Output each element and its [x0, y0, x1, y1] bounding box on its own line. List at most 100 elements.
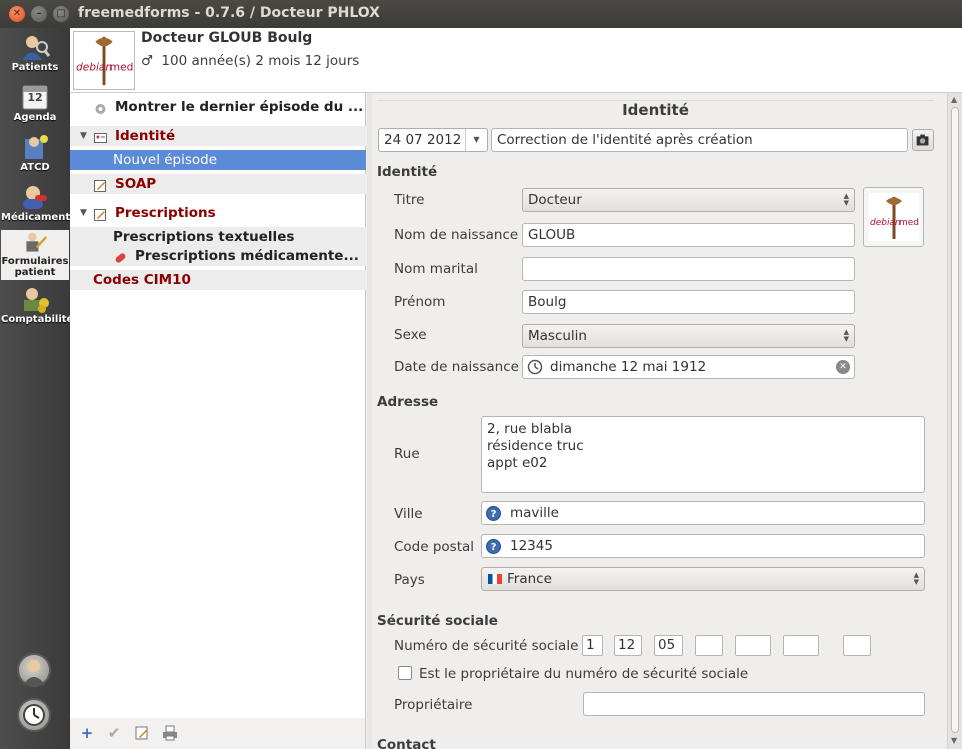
- sexe-select[interactable]: Masculin ▲ ▼: [522, 324, 855, 348]
- help-icon[interactable]: ?: [486, 539, 501, 554]
- clear-icon[interactable]: ✕: [836, 360, 850, 374]
- patient-photo: debian med: [869, 193, 919, 241]
- date-naissance-input[interactable]: dimanche 12 mai 1912 ✕: [522, 355, 855, 379]
- tree-item-label: Montrer le dernier épisode du ...: [115, 99, 364, 115]
- mode-medicaments-label: Médicaments: [1, 212, 77, 223]
- mode-agenda[interactable]: 12 Agenda: [1, 80, 69, 130]
- code-postal-value: 12345: [510, 538, 553, 554]
- mode-comptabilite-label: Comptabilité: [1, 314, 74, 325]
- address-group-label: Adresse: [377, 394, 439, 410]
- edit-form-icon: [94, 178, 107, 192]
- forms-tree: Montrer le dernier épisode du ... ▼ Iden…: [70, 93, 366, 718]
- identity-group-label: Identité: [377, 164, 438, 180]
- mode-atcd[interactable]: ATCD: [1, 130, 69, 180]
- window-titlebar: ✕ – □ freemedforms - 0.7.6 / Docteur PHL…: [0, 0, 962, 28]
- user-icon[interactable]: [17, 653, 51, 687]
- minimize-window-button[interactable]: –: [31, 6, 47, 22]
- code-postal-label: Code postal: [394, 539, 475, 555]
- forms-icon: [26, 232, 47, 252]
- svg-text:med: med: [110, 61, 134, 74]
- code-postal-input[interactable]: ? 12345: [481, 534, 925, 558]
- date-naissance-value: dimanche 12 mai 1912: [550, 359, 707, 375]
- male-icon: ♂: [141, 53, 154, 69]
- nom-naissance-label: Nom de naissance: [394, 227, 519, 243]
- nss-label: Numéro de sécurité sociale: [394, 638, 579, 654]
- debian-med-logo: debian med: [73, 31, 135, 90]
- mode-sidebar: Patients 12 Agenda ATCD Médicaments Form…: [0, 28, 77, 749]
- nss-part-5[interactable]: [735, 635, 771, 656]
- mode-comptabilite[interactable]: Comptabilité: [1, 282, 74, 332]
- tree-item-label: Nouvel épisode: [113, 152, 218, 168]
- nom-naissance-input[interactable]: GLOUB: [522, 223, 855, 247]
- add-icon[interactable]: +: [79, 725, 95, 741]
- tree-item-label: Prescriptions textuelles: [113, 229, 295, 245]
- rue-textarea[interactable]: 2, rue blabla résidence truc appt e02: [481, 416, 925, 493]
- tree-item-nouvel-episode[interactable]: Nouvel épisode: [70, 150, 366, 170]
- tree-item-last-episode[interactable]: Montrer le dernier épisode du ...: [70, 97, 366, 117]
- maximize-window-button[interactable]: □: [53, 6, 69, 22]
- edit-document-icon[interactable]: [134, 725, 150, 741]
- close-window-button[interactable]: ✕: [9, 6, 25, 22]
- tree-item-identite[interactable]: ▼ Identité: [70, 126, 366, 146]
- svg-text:med: med: [899, 218, 919, 228]
- ville-input[interactable]: ? maville: [481, 501, 925, 525]
- pills-icon: [23, 186, 47, 209]
- expanded-arrow-icon[interactable]: ▼: [80, 126, 87, 146]
- print-icon[interactable]: [162, 725, 178, 741]
- mode-medicaments[interactable]: Médicaments: [1, 180, 77, 230]
- scroll-up-icon[interactable]: ▲: [951, 95, 957, 104]
- accounting-icon: [24, 288, 49, 313]
- sexe-value: Masculin: [528, 328, 587, 344]
- edit-form-icon: [94, 207, 107, 221]
- owner-check-label: Est le propriétaire du numéro de sécurit…: [419, 666, 749, 682]
- nss-part-4[interactable]: [695, 635, 723, 656]
- titre-select[interactable]: Docteur ▲ ▼: [522, 188, 855, 212]
- validate-icon[interactable]: ✔: [106, 725, 122, 741]
- nss-part-6[interactable]: [783, 635, 819, 656]
- episode-menu-button[interactable]: [912, 129, 934, 151]
- titre-value: Docteur: [528, 192, 582, 208]
- mode-patients-label: Patients: [11, 62, 59, 73]
- tree-item-label: Prescriptions médicamente...: [135, 248, 359, 264]
- episode-date-combo[interactable]: 24 07 2012 ▼: [378, 128, 488, 152]
- tree-toolbar: + ✔: [70, 718, 366, 749]
- patient-name: Docteur GLOUB Boulg: [141, 30, 313, 46]
- dropdown-arrow-icon: ▼: [465, 129, 487, 151]
- pays-select[interactable]: France ▲ ▼: [481, 567, 925, 591]
- mode-formulaires-label-2: patient: [14, 267, 56, 278]
- pays-value: France: [507, 571, 552, 587]
- clock-icon[interactable]: [17, 698, 51, 732]
- expanded-arrow-icon[interactable]: ▼: [80, 203, 87, 223]
- tree-item-prescriptions-textuelles[interactable]: Prescriptions textuelles: [70, 227, 366, 247]
- ville-value: maville: [510, 505, 559, 521]
- scroll-down-icon[interactable]: ▼: [951, 736, 957, 745]
- patient-photo-button[interactable]: debian med: [863, 187, 924, 247]
- help-icon[interactable]: ?: [486, 506, 501, 521]
- pill-icon: [114, 250, 127, 263]
- mode-formulaires[interactable]: Formulaires patient: [1, 230, 69, 280]
- prenom-input[interactable]: Boulg: [522, 290, 855, 314]
- owner-checkbox[interactable]: [398, 666, 412, 680]
- tree-item-soap[interactable]: SOAP: [70, 174, 366, 194]
- tree-item-prescriptions[interactable]: ▼ Prescriptions: [70, 203, 366, 223]
- titre-label: Titre: [394, 192, 425, 208]
- nss-part-3[interactable]: 05: [654, 635, 683, 656]
- svg-text:debian: debian: [76, 61, 112, 74]
- nss-part-2[interactable]: 12: [614, 635, 642, 656]
- tree-item-label: Identité: [115, 128, 176, 144]
- tree-item-codes-cim10[interactable]: Codes CIM10: [70, 270, 366, 290]
- secu-group-label: Sécurité sociale: [377, 613, 498, 629]
- mode-patients[interactable]: Patients: [1, 30, 69, 80]
- spin-arrows-icon: ▲ ▼: [843, 328, 849, 343]
- tree-item-prescriptions-medicaments[interactable]: Prescriptions médicamente...: [70, 246, 366, 266]
- rue-line: 2, rue blabla: [487, 421, 573, 437]
- vertical-scrollbar[interactable]: ▲ ▼: [947, 93, 962, 749]
- nss-part-1[interactable]: 1: [582, 635, 603, 656]
- scrollbar-thumb[interactable]: [951, 107, 959, 733]
- nom-marital-input[interactable]: [522, 257, 855, 281]
- episode-label-input[interactable]: Correction de l'identité après création: [491, 128, 908, 152]
- nss-part-7[interactable]: [843, 635, 871, 656]
- proprietaire-input[interactable]: [583, 692, 925, 716]
- camera-icon: [916, 134, 929, 146]
- date-naissance-label: Date de naissance: [394, 359, 519, 375]
